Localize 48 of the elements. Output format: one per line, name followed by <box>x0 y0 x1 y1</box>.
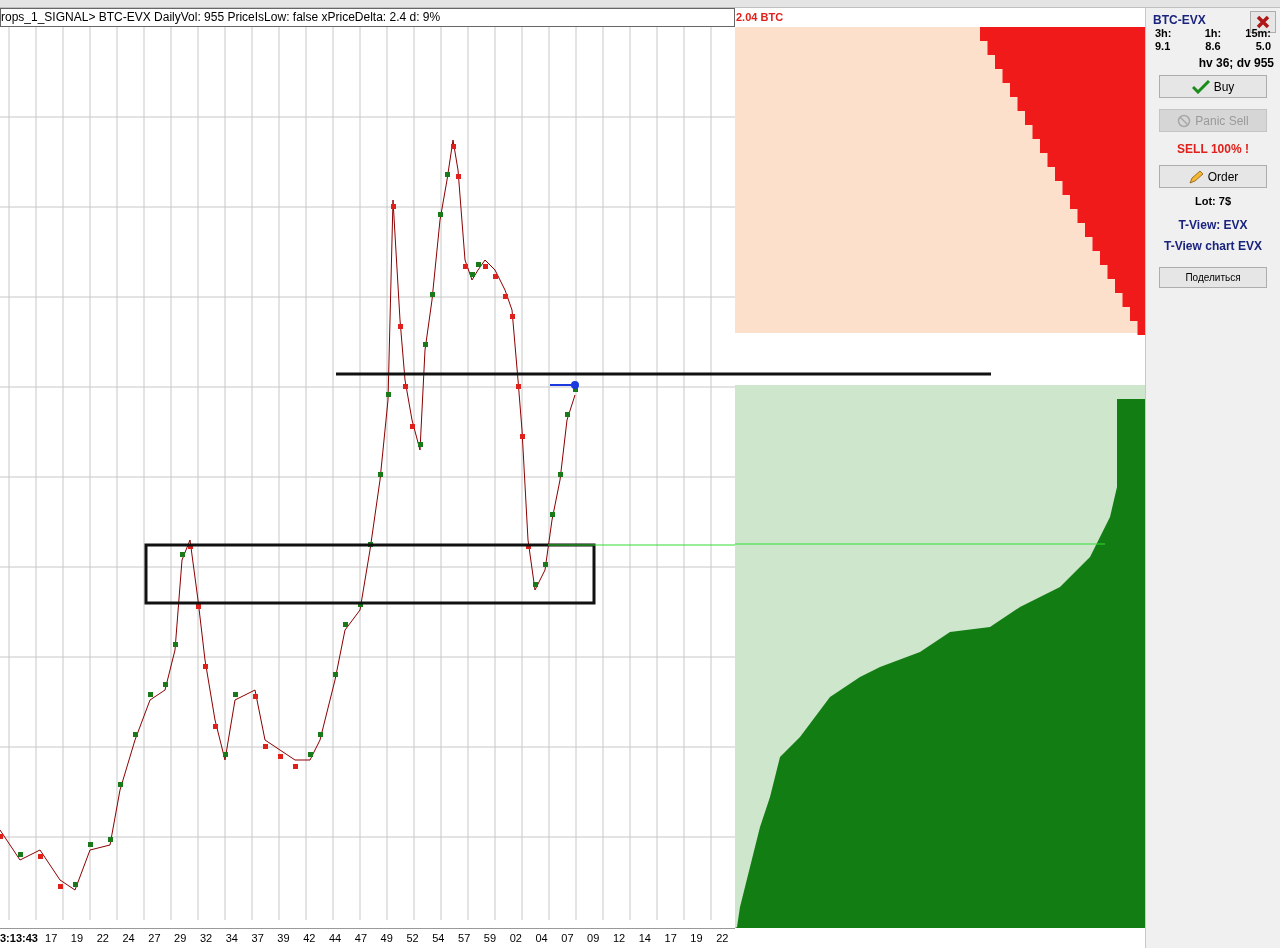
order-button[interactable]: Order <box>1159 165 1267 188</box>
stat-value: 9.1 <box>1155 40 1171 53</box>
checkmark-icon <box>1191 79 1210 94</box>
stat-label: 15m: <box>1245 27 1271 40</box>
x-axis-label: 22 <box>95 931 110 947</box>
x-axis-label: 24 <box>121 931 136 947</box>
x-axis-label: 17 <box>44 931 59 947</box>
x-axis-label: 57 <box>457 931 472 947</box>
buy-button[interactable]: Buy <box>1159 75 1267 98</box>
x-axis-label: 3:13:43 <box>0 931 39 947</box>
x-axis-label: 12 <box>611 931 627 947</box>
x-axis-label: 47 <box>353 931 368 947</box>
x-axis-label: 27 <box>147 931 162 947</box>
x-axis-label: 04 <box>534 931 549 947</box>
share-button[interactable]: Поделиться <box>1159 266 1267 288</box>
x-axis-label: 39 <box>276 931 291 947</box>
lot-size: Lot: 7$ <box>1194 194 1232 209</box>
x-axis-label: 49 <box>379 931 394 947</box>
volume-summary: hv 36; dv 955 <box>1198 55 1275 72</box>
x-axis-label: 09 <box>586 931 601 947</box>
x-axis-label: 07 <box>560 931 575 947</box>
chart-title: rops_1_SIGNAL> BTC-EVX DailyVol: 955 PriceIsLow: false xPriceDelta: 2.4 d: 9% <box>0 8 735 27</box>
x-axis-label: 22 <box>715 931 730 947</box>
x-axis-label: 37 <box>250 931 265 947</box>
x-axis-label: 44 <box>327 931 343 947</box>
x-axis-label: 19 <box>69 931 85 947</box>
tradingview-link[interactable]: T-View chart EVX <box>1164 236 1262 255</box>
stat-value: 5.0 <box>1255 40 1271 53</box>
x-axis-label: 59 <box>482 931 498 947</box>
x-axis-label: 34 <box>224 931 239 947</box>
sell-signal: SELL 100% ! <box>1177 141 1249 158</box>
x-axis-label: 14 <box>637 931 652 947</box>
x-axis-label: 54 <box>431 931 446 947</box>
pencil-icon <box>1187 169 1204 184</box>
x-axis-label: 19 <box>689 931 704 947</box>
x-axis-label: 29 <box>173 931 188 947</box>
stat-label: 1h: <box>1204 27 1222 40</box>
stat-value: 8.6 <box>1205 40 1221 53</box>
x-axis-label: 02 <box>508 931 523 947</box>
stat-label: 3h: <box>1155 27 1172 40</box>
prohibited-icon <box>1177 113 1192 128</box>
order-book-total: 2.04 BTC <box>736 10 784 26</box>
tradingview-link[interactable]: T-View: EVX <box>1178 215 1248 234</box>
x-axis-label: 42 <box>302 931 317 947</box>
close-icon <box>1256 15 1270 29</box>
x-axis-label: 32 <box>198 931 214 947</box>
x-axis-label: 52 <box>405 931 420 947</box>
x-axis-label: 17 <box>663 931 678 947</box>
